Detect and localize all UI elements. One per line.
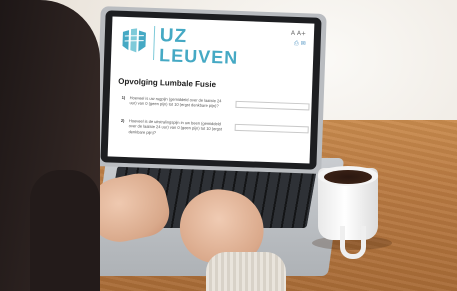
brand-line-1: UZ xyxy=(159,25,188,48)
laptop-screen: UZ LEUVEN A A+ ⎙ ✉ Opvolging Lumbale Fus… xyxy=(107,16,315,164)
answer-input[interactable] xyxy=(235,100,310,111)
coffee-surface xyxy=(324,170,372,184)
question-item: 1) Hoeveel is uw rugpijn (gemiddeld over… xyxy=(118,94,310,111)
font-size-controls[interactable]: A A+ xyxy=(291,30,306,38)
question-text: Hoeveel is uw rugpijn (gemiddeld over de… xyxy=(129,95,222,109)
question-text: Hoeveel is de uitstralingspijn in uw bee… xyxy=(128,118,223,135)
person-shoulder xyxy=(30,170,100,291)
question-number: 2) xyxy=(120,117,125,123)
uz-leuven-logo-icon xyxy=(122,28,146,53)
answer-input[interactable] xyxy=(234,123,309,134)
action-icons: ⎙ ✉ xyxy=(294,40,306,48)
page-title: Opvolging Lumbale Fusie xyxy=(118,76,217,90)
logo-divider xyxy=(153,25,156,60)
photo-scene: UZ LEUVEN A A+ ⎙ ✉ Opvolging Lumbale Fus… xyxy=(0,0,457,291)
question-number: 1) xyxy=(121,94,126,101)
mail-icon[interactable]: ✉ xyxy=(301,40,306,47)
question-item: 2) Hoeveel is de uitstralingspijn in uw … xyxy=(117,117,309,135)
brand-line-2: LEUVEN xyxy=(158,45,239,68)
knit-sleeve xyxy=(206,252,286,291)
mug-handle xyxy=(340,226,366,259)
print-icon[interactable]: ⎙ xyxy=(294,40,299,47)
